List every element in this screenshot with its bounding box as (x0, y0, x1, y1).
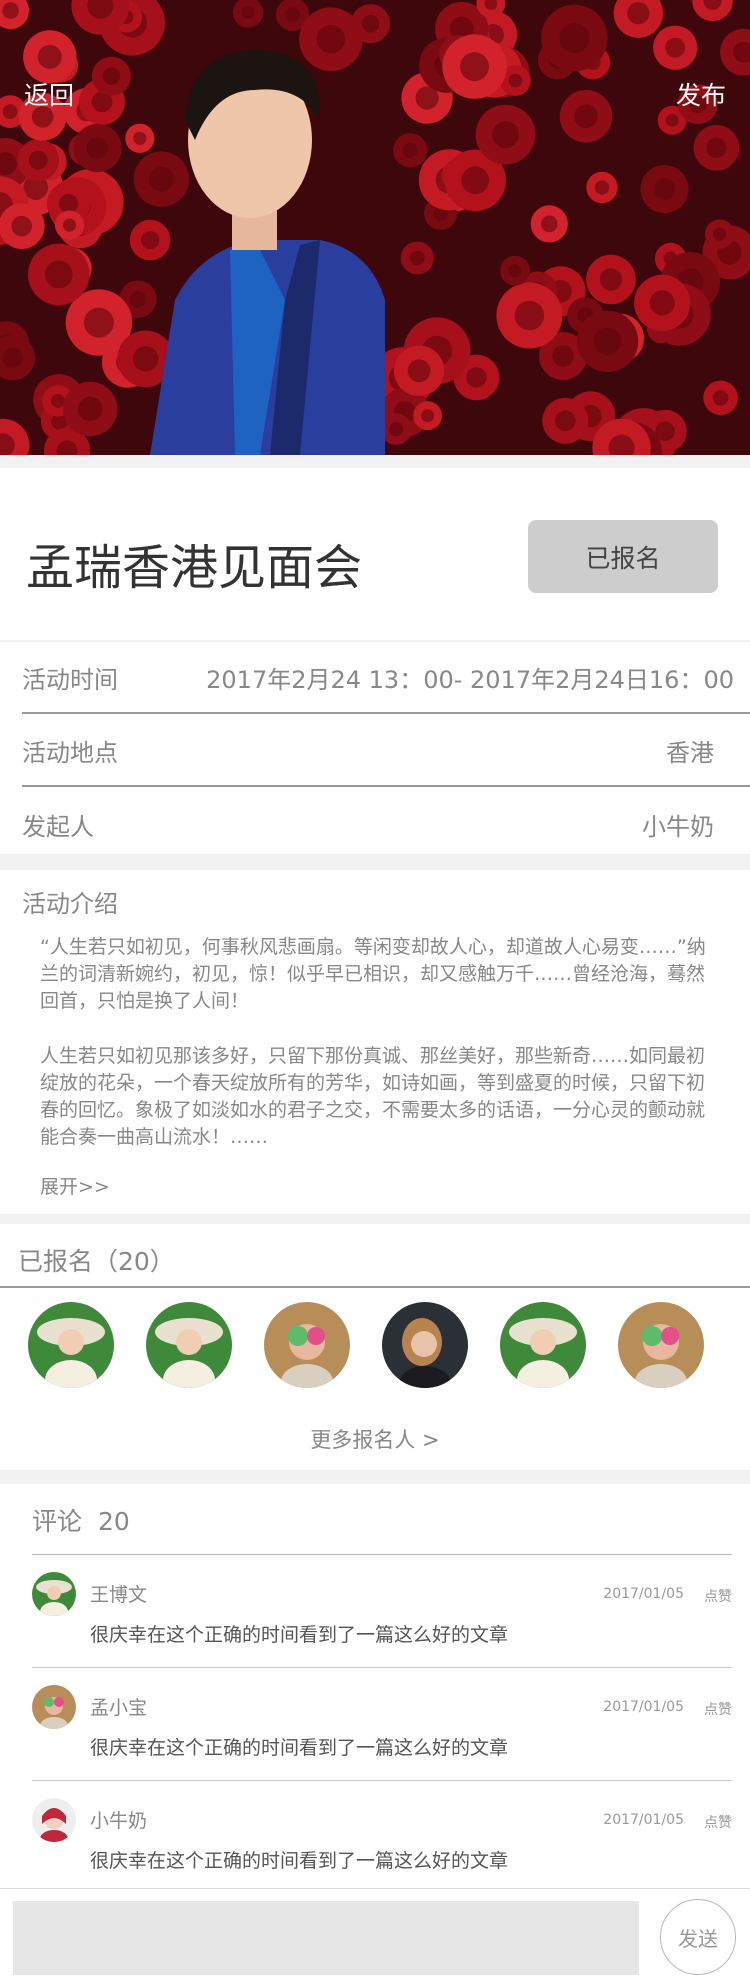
avatar[interactable] (146, 1302, 232, 1388)
info-row-location: 活动地点 香港 (22, 715, 750, 787)
divider (32, 1780, 732, 1781)
avatar[interactable] (32, 1685, 76, 1729)
event-info-list: 活动时间 2017年2月24 13：00- 2017年2月24日16：00 活动… (0, 642, 750, 854)
comment-item: 孟小宝 2017/01/05 点赞 很庆幸在这个正确的时间看到了一篇这么好的文章 (32, 1669, 732, 1781)
avatar[interactable] (618, 1302, 704, 1388)
avatar[interactable] (28, 1302, 114, 1388)
signed-up-section: 已报名（20） 更多报名人 > (0, 1224, 750, 1470)
comments-count: 20 (98, 1507, 130, 1536)
avatar[interactable] (500, 1302, 586, 1388)
divider (32, 1667, 732, 1668)
like-button[interactable]: 点赞 (704, 1812, 732, 1832)
expand-link[interactable]: 展开>> (40, 1172, 110, 1199)
comment-text: 很庆幸在这个正确的时间看到了一篇这么好的文章 (90, 1737, 509, 1759)
comment-text: 很庆幸在这个正确的时间看到了一篇这么好的文章 (90, 1850, 509, 1872)
like-button[interactable]: 点赞 (704, 1699, 732, 1719)
send-button[interactable]: 发送 (660, 1899, 736, 1975)
publish-button[interactable]: 发布 (676, 76, 726, 112)
signed-up-heading: 已报名（20） (18, 1247, 175, 1276)
back-button[interactable]: 返回 (24, 76, 74, 112)
more-signups-link[interactable]: 更多报名人 > (0, 1424, 750, 1454)
hero-image (0, 0, 750, 455)
hero-banner: 返回 发布 (0, 0, 750, 455)
intro-heading: 活动介绍 (22, 890, 118, 918)
comment-item: 王博文 2017/01/05 点赞 很庆幸在这个正确的时间看到了一篇这么好的文章 (32, 1556, 732, 1668)
info-label: 活动地点 (22, 738, 118, 767)
info-label: 发起人 (22, 812, 94, 841)
info-row-time: 活动时间 2017年2月24 13：00- 2017年2月24日16：00 (22, 642, 750, 714)
comment-date: 2017/01/05 (603, 1699, 684, 1715)
comments-section: 评论 20 王博文 2017/01/05 点赞 很庆幸在这个正确的时间看到了一篇这… (0, 1484, 750, 1888)
divider (0, 1286, 750, 1288)
divider (32, 1554, 732, 1555)
avatar[interactable] (264, 1302, 350, 1388)
comment-input[interactable] (13, 1901, 639, 1975)
info-value: 香港 (666, 738, 714, 767)
signup-status-button[interactable]: 已报名 (528, 520, 718, 593)
event-title: 孟瑞香港见面会 (26, 540, 363, 596)
avatar[interactable] (382, 1302, 468, 1388)
comment-author: 孟小宝 (90, 1697, 148, 1719)
comment-author: 王博文 (90, 1584, 148, 1606)
info-label: 活动时间 (22, 665, 118, 694)
intro-paragraph: “人生若只如初见，何事秋风悲画扇。等闲变却故人心，却道故人心易变……”纳兰的词清… (40, 936, 706, 1012)
comment-bar: 发送 (0, 1888, 750, 1984)
like-button[interactable]: 点赞 (704, 1586, 732, 1606)
status-bar (0, 0, 750, 40)
info-value: 小牛奶 (642, 812, 714, 841)
avatar[interactable] (32, 1798, 76, 1842)
intro-text: “人生若只如初见，何事秋风悲画扇。等闲变却故人心，却道故人心易变……”纳兰的词清… (40, 934, 712, 1151)
comment-item: 小牛奶 2017/01/05 点赞 很庆幸在这个正确的时间看到了一篇这么好的文章 (32, 1782, 732, 1894)
comment-date: 2017/01/05 (603, 1812, 684, 1828)
comment-text: 很庆幸在这个正确的时间看到了一篇这么好的文章 (90, 1624, 509, 1646)
comment-date: 2017/01/05 (603, 1586, 684, 1602)
signed-up-avatars (28, 1302, 728, 1392)
avatar[interactable] (32, 1572, 76, 1616)
comment-author: 小牛奶 (90, 1810, 148, 1832)
intro-paragraph: 人生若只如初见那该多好，只留下那份真诚、那丝美好，那些新奇……如同最初绽放的花朵… (40, 1045, 706, 1148)
event-title-section: 孟瑞香港见面会 已报名 (0, 468, 750, 640)
info-value: 2017年2月24 13：00- 2017年2月24日16：00 (206, 665, 734, 694)
event-intro-section: 活动介绍 “人生若只如初见，何事秋风悲画扇。等闲变却故人心，却道故人心易变……”… (0, 870, 750, 1214)
comments-heading: 评论 20 (32, 1502, 130, 1538)
info-row-organizer: 发起人 小牛奶 (22, 788, 750, 860)
comments-label: 评论 (32, 1507, 83, 1536)
